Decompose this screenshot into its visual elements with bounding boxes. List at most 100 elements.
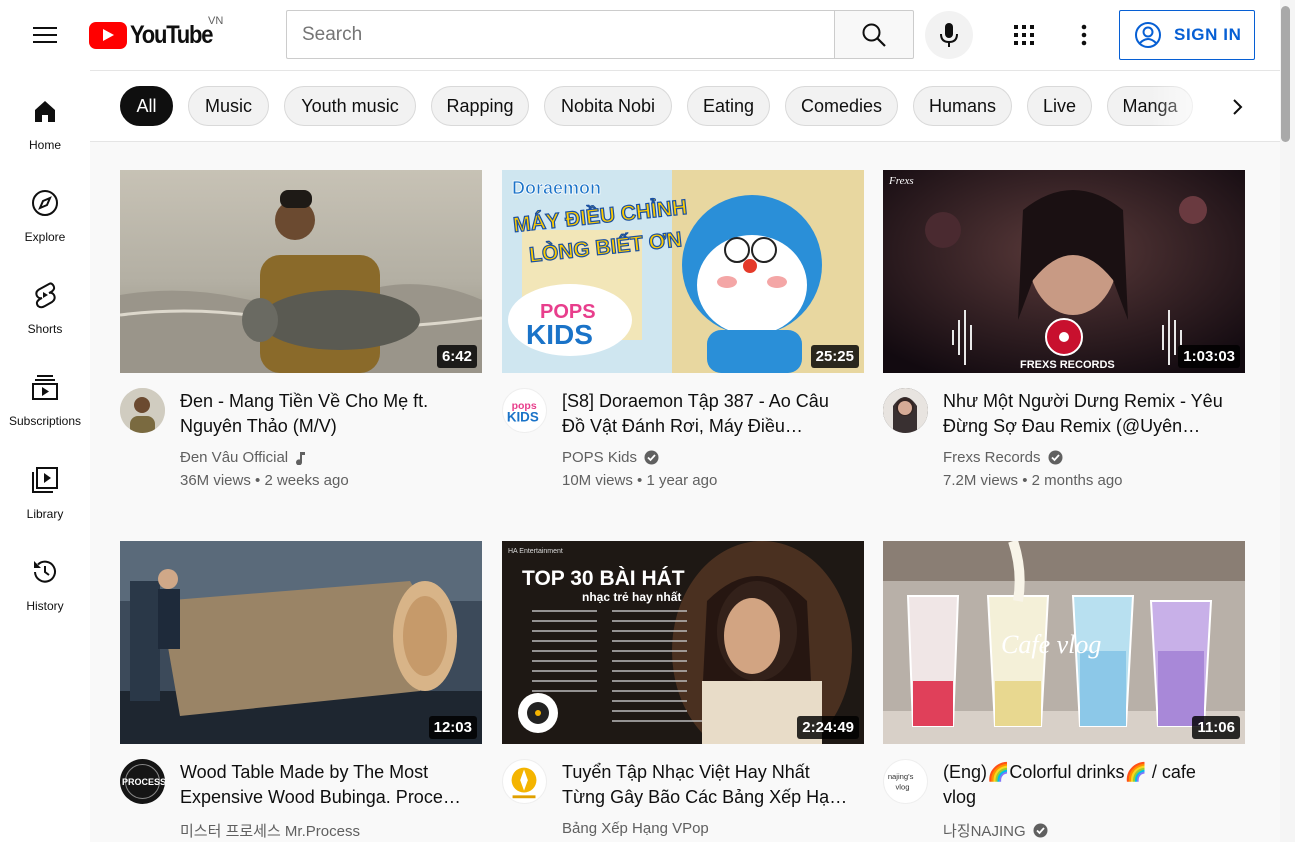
video-title[interactable]: Wood Table Made by The Most Expensive Wo…: [180, 760, 470, 810]
channel-name[interactable]: Frexs Records: [943, 449, 1041, 466]
thumbnail-text: nhạc trẻ hay nhất: [582, 590, 681, 604]
sidebar-item-history[interactable]: History: [0, 545, 90, 625]
channel-avatar[interactable]: najing's vlog: [883, 759, 928, 804]
chip-youth-music[interactable]: Youth music: [284, 86, 416, 126]
chip-nobita-nobi[interactable]: Nobita Nobi: [544, 86, 672, 126]
scrollbar-thumb[interactable]: [1281, 6, 1290, 142]
video-title[interactable]: (Eng)🌈Colorful drinks🌈 / cafe vlog: [943, 760, 1233, 810]
logo-wordmark: YouTube: [130, 20, 213, 49]
chip-live[interactable]: Live: [1027, 86, 1092, 126]
video-stats: 10M views • 1 year ago: [562, 472, 718, 489]
channel-avatar[interactable]: [120, 388, 165, 433]
sidebar-item-explore[interactable]: Explore: [0, 176, 90, 256]
channel-avatar[interactable]: [883, 388, 928, 433]
video-thumbnail[interactable]: FREXS RECORDS Frexs 1:03:03: [883, 170, 1245, 373]
video-title[interactable]: Như Một Người Dưng Remix - Yêu Đừng Sợ Đ…: [943, 389, 1233, 439]
mini-guide: Home Explore Shorts Subscriptions Librar…: [0, 70, 90, 842]
publish-time: 2 weeks ago: [264, 472, 349, 489]
verified-icon: [1033, 823, 1048, 838]
channel-name[interactable]: POPS Kids: [562, 449, 637, 466]
history-icon: [30, 557, 60, 587]
view-count: 10M views: [562, 472, 633, 489]
verified-icon: [644, 450, 659, 465]
video-thumbnail[interactable]: 6:42: [120, 170, 482, 373]
country-code: VN: [208, 15, 224, 27]
apps-grid-icon: [1014, 25, 1034, 45]
channel-avatar[interactable]: pops KIDS: [502, 388, 547, 433]
video-card: 12:03 PROCESS Wood Table Made by The Mos…: [120, 541, 482, 844]
subscriptions-icon: [30, 372, 60, 402]
youtube-play-icon: [89, 21, 127, 49]
chip-bar-fade: [1150, 71, 1280, 141]
guide-menu-button[interactable]: [20, 15, 70, 55]
video-thumbnail[interactable]: Cafe vlog 11:06: [883, 541, 1245, 744]
video-details: najing's vlog (Eng)🌈Colorful drinks🌈 / c…: [883, 744, 1245, 844]
youtube-logo[interactable]: YouTube: [89, 17, 223, 53]
settings-more-button[interactable]: [1063, 14, 1105, 56]
channel-avatar[interactable]: [502, 759, 547, 804]
avatar-text: PROCESS: [122, 777, 165, 787]
thumbnail-text: FREXS RECORDS: [1020, 359, 1115, 371]
search-box[interactable]: [286, 10, 835, 59]
channel-name-row: Bảng Xếp Hạng VPop: [562, 820, 709, 837]
chip-bar-next-button[interactable]: [1218, 87, 1258, 127]
view-count: 7.2M views: [943, 472, 1019, 489]
thumbnail-text: Doraemon: [512, 178, 601, 198]
search-button[interactable]: [834, 10, 914, 59]
video-details: Tuyển Tập Nhạc Việt Hay Nhất Từng Gây Bã…: [502, 744, 864, 844]
music-note-icon: [295, 451, 307, 465]
chip-comedies[interactable]: Comedies: [785, 86, 898, 126]
video-duration: 25:25: [810, 345, 859, 368]
video-duration: 2:24:49: [797, 716, 859, 739]
sidebar-item-shorts[interactable]: Shorts: [0, 268, 90, 348]
channel-name[interactable]: 미스터 프로세스 Mr.Process: [180, 820, 360, 841]
channel-name[interactable]: Bảng Xếp Hạng VPop: [562, 820, 709, 837]
video-thumbnail[interactable]: Doraemon MÁY ĐIỀU CHỈNH LÒNG BIẾT ƠN POP…: [502, 170, 864, 373]
channel-avatar[interactable]: PROCESS: [120, 759, 165, 804]
video-title[interactable]: Tuyển Tập Nhạc Việt Hay Nhất Từng Gây Bã…: [562, 760, 852, 810]
channel-name[interactable]: 나징NAJING: [943, 820, 1026, 841]
chip-all[interactable]: All: [120, 86, 173, 126]
sidebar-item-subscriptions[interactable]: Subscriptions: [0, 360, 90, 440]
view-count: 36M views: [180, 472, 251, 489]
chip-eating[interactable]: Eating: [687, 86, 770, 126]
video-duration: 6:42: [436, 345, 477, 368]
sidebar-item-label: Subscriptions: [8, 414, 82, 428]
account-circle-icon: [1135, 22, 1161, 48]
thumbnail-text: HA Entertainment: [508, 548, 563, 555]
sidebar-item-home[interactable]: Home: [0, 84, 90, 164]
sidebar-item-library[interactable]: Library: [0, 453, 90, 533]
avatar-text: najing's: [888, 772, 914, 781]
channel-name[interactable]: Đen Vâu Official: [180, 449, 288, 466]
video-card: Cafe vlog 11:06 najing's vlog (Eng)🌈Colo…: [883, 541, 1245, 844]
page-scrollbar[interactable]: [1280, 0, 1295, 842]
channel-name-row: Frexs Records: [943, 449, 1063, 466]
youtube-apps-button[interactable]: [1003, 14, 1045, 56]
sidebar-item-label: History: [26, 599, 64, 613]
video-card: Doraemon MÁY ĐIỀU CHỈNH LÒNG BIẾT ƠN POP…: [502, 170, 864, 489]
chip-music[interactable]: Music: [188, 86, 269, 126]
video-thumbnail[interactable]: 12:03: [120, 541, 482, 744]
chip-rapping[interactable]: Rapping: [431, 86, 529, 126]
sidebar-item-label: Library: [26, 507, 64, 521]
thumbnail-text: Frexs: [888, 175, 914, 187]
video-card: HA Entertainment TOP 30 BÀI HÁT nhạc trẻ…: [502, 541, 864, 844]
sign-in-button[interactable]: SIGN IN: [1119, 10, 1255, 60]
video-stats: 36M views • 2 weeks ago: [180, 472, 349, 489]
sidebar-item-label: Shorts: [27, 322, 63, 336]
channel-name-row: 나징NAJING: [943, 820, 1048, 841]
video-thumbnail[interactable]: HA Entertainment TOP 30 BÀI HÁT nhạc trẻ…: [502, 541, 864, 744]
chip-humans[interactable]: Humans: [913, 86, 1012, 126]
search-input[interactable]: [302, 23, 835, 46]
video-title[interactable]: [S8] Doraemon Tập 387 - Ao Câu Đồ Vật Đá…: [562, 389, 852, 439]
channel-name-row: Đen Vâu Official: [180, 449, 307, 466]
library-icon: [30, 465, 60, 495]
avatar-text: vlog: [895, 783, 909, 792]
video-details: Như Một Người Dưng Remix - Yêu Đừng Sợ Đ…: [883, 373, 1245, 489]
video-title[interactable]: Đen - Mang Tiền Về Cho Mẹ ft. Nguyên Thả…: [180, 389, 470, 439]
voice-search-button[interactable]: [925, 11, 973, 59]
verified-icon: [1048, 450, 1063, 465]
channel-name-row: POPS Kids: [562, 449, 659, 466]
masthead: YouTube VN Search SIGN IN: [0, 0, 1280, 70]
search-icon: [862, 23, 886, 47]
